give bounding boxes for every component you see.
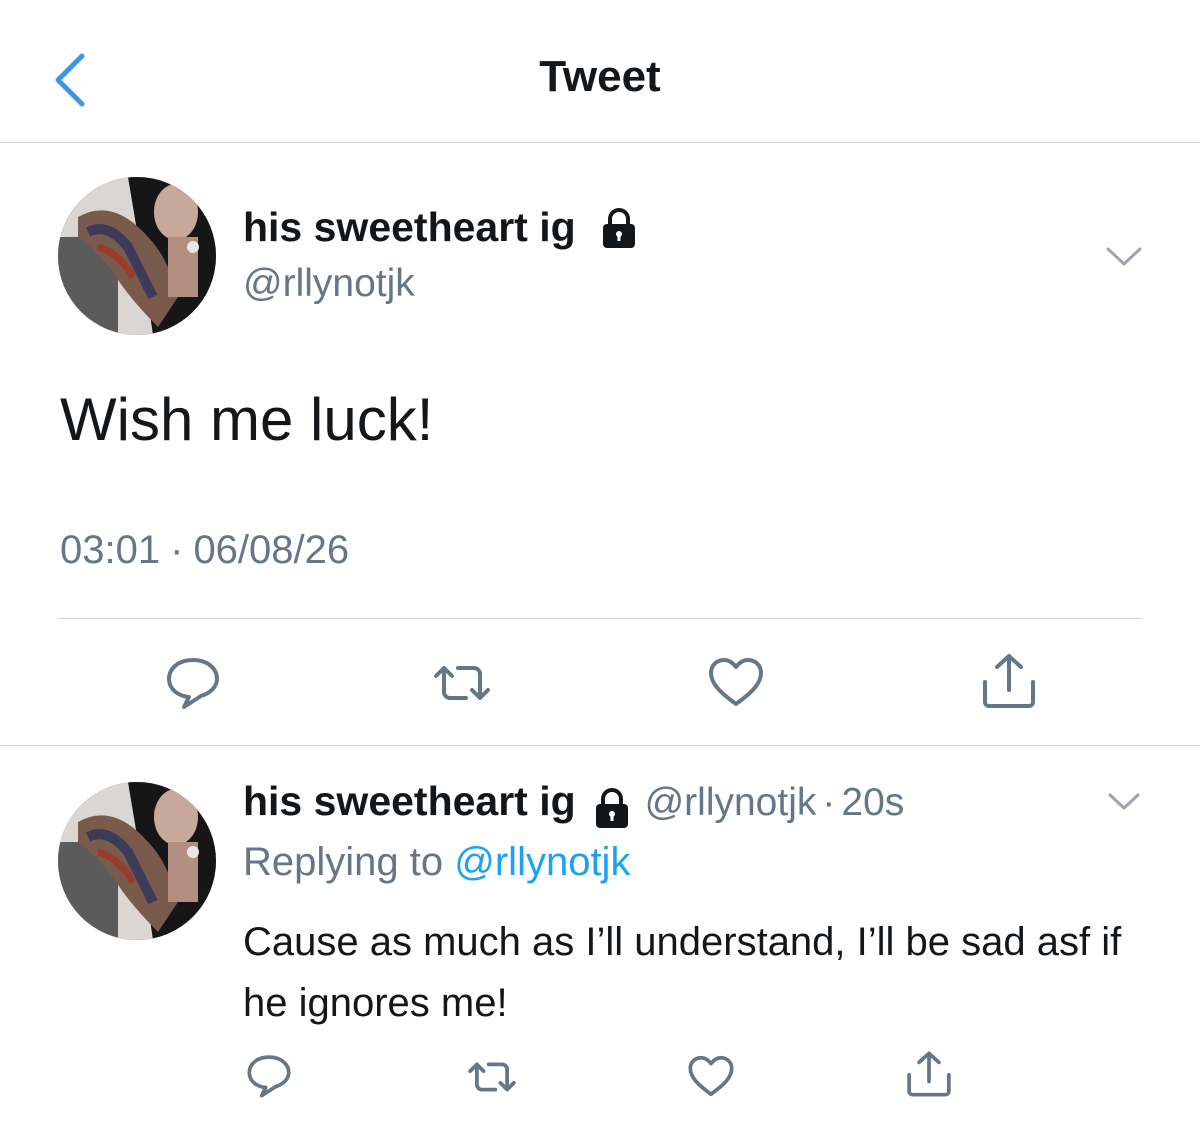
- timestamp[interactable]: 03:01 · 06/08/26: [60, 528, 349, 573]
- retweet-icon: [468, 1062, 516, 1092]
- divider: [58, 618, 1142, 619]
- comment-icon: [167, 658, 219, 709]
- tweet-text: Wish me luck!: [60, 386, 434, 453]
- reply-share-button[interactable]: [905, 1050, 953, 1103]
- display-name[interactable]: his sweetheart ig: [243, 204, 641, 251]
- lock-icon: [596, 787, 629, 828]
- like-button[interactable]: [707, 656, 765, 713]
- replying-to-label: Replying to: [243, 840, 444, 884]
- handle[interactable]: @rllynotjk: [243, 262, 415, 306]
- section-divider: [0, 745, 1200, 746]
- replying-to-handle[interactable]: @rllynotjk: [454, 840, 630, 884]
- avatar[interactable]: [58, 177, 216, 335]
- reply-display-name[interactable]: his sweetheart ig: [243, 778, 576, 824]
- reply-like-button[interactable]: [687, 1054, 735, 1103]
- tweet-date: 06/08/26: [193, 528, 350, 572]
- reply-reply-button[interactable]: [245, 1053, 293, 1104]
- share-button[interactable]: [980, 652, 1038, 715]
- dot-separator: ·: [822, 781, 836, 824]
- retweet-button[interactable]: [430, 658, 494, 713]
- more-options-button[interactable]: [1104, 244, 1144, 273]
- reply-header: his sweetheart ig @rllynotjk · 20s: [243, 778, 904, 829]
- comment-icon: [247, 1055, 291, 1098]
- heart-icon: [688, 1055, 734, 1097]
- dot-separator: ·: [170, 528, 184, 572]
- tweet-time: 03:01: [60, 528, 161, 572]
- reply-text: Cause as much as I’ll understand, I’ll b…: [243, 920, 1122, 1025]
- reply-retweet-button[interactable]: [465, 1056, 519, 1103]
- reply-avatar[interactable]: [58, 782, 216, 940]
- reply-button[interactable]: [164, 655, 222, 716]
- chevron-down-icon: [1106, 247, 1142, 266]
- share-icon: [983, 654, 1035, 708]
- chevron-down-icon: [1108, 793, 1140, 810]
- heart-icon: [709, 658, 763, 706]
- reply-more-options-button[interactable]: [1106, 790, 1142, 817]
- display-name-text: his sweetheart ig: [243, 204, 576, 250]
- reply-age: 20s: [841, 781, 905, 824]
- share-icon: [907, 1051, 951, 1097]
- replying-to: Replying to @rllynotjk: [243, 840, 630, 885]
- reply-handle[interactable]: @rllynotjk: [645, 781, 817, 824]
- lock-icon: [603, 208, 636, 249]
- page-title: Tweet: [539, 52, 661, 101]
- retweet-icon: [434, 666, 490, 700]
- header-divider: [0, 142, 1200, 143]
